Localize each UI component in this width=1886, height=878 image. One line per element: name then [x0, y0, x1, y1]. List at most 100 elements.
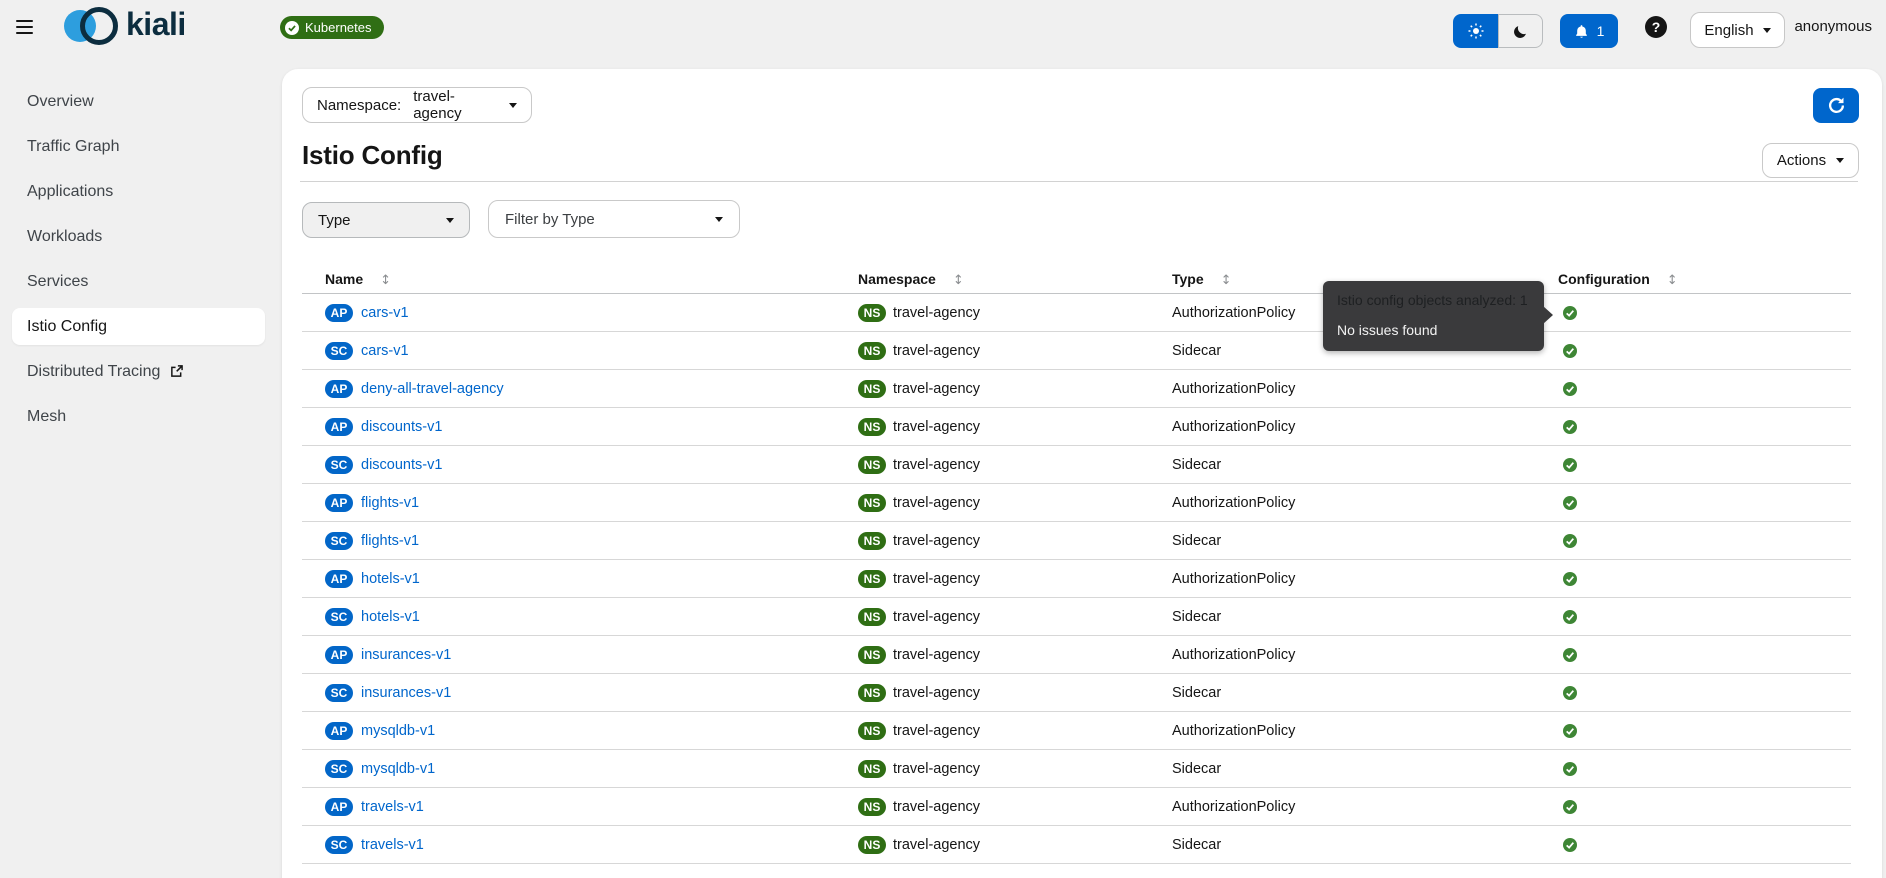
- notifications-button[interactable]: 1: [1560, 14, 1618, 48]
- namespace-name: travel-agency: [893, 608, 981, 625]
- success-check-icon[interactable]: [1563, 343, 1577, 358]
- config-name-link[interactable]: flights-v1: [361, 533, 419, 549]
- caret-down-icon: [1836, 158, 1845, 163]
- namespace-dropdown[interactable]: Namespace: travel-agency: [302, 87, 532, 123]
- namespace-name: travel-agency: [893, 456, 981, 473]
- sort-icon[interactable]: ↕: [380, 273, 391, 288]
- config-name-link[interactable]: insurances-v1: [361, 685, 451, 701]
- sort-icon[interactable]: ↕: [953, 273, 964, 288]
- content-card: Namespace: travel-agency Istio Config Ac…: [282, 69, 1882, 878]
- success-check-icon[interactable]: [1563, 305, 1577, 320]
- sidebar-item-services[interactable]: Services: [0, 259, 278, 304]
- config-name-link[interactable]: travels-v1: [361, 837, 424, 853]
- config-name-link[interactable]: discounts-v1: [361, 457, 442, 473]
- dark-theme-button[interactable]: [1498, 14, 1543, 48]
- config-name-link[interactable]: deny-all-travel-agency: [361, 381, 504, 397]
- namespace-name: travel-agency: [893, 836, 981, 853]
- success-check-icon[interactable]: [1563, 799, 1577, 814]
- table-row: AP mysqldb-v1 NS travel-agency Authoriza…: [302, 712, 1851, 750]
- page-title: Istio Config: [302, 140, 443, 170]
- config-name-link[interactable]: discounts-v1: [361, 419, 442, 435]
- namespace-badge: NS: [858, 683, 886, 702]
- table-row: AP cars-v1 NS travel-agency Authorizatio…: [302, 294, 1851, 332]
- type-filter-dropdown[interactable]: Type: [302, 202, 470, 238]
- namespace-badge: NS: [858, 797, 886, 816]
- language-dropdown[interactable]: English: [1690, 12, 1785, 48]
- filter-by-type-dropdown[interactable]: Filter by Type: [488, 200, 740, 238]
- success-check-icon[interactable]: [1563, 571, 1577, 586]
- sidebar-item-label: Applications: [27, 182, 114, 200]
- config-name-link[interactable]: hotels-v1: [361, 571, 420, 587]
- object-type-badge: SC: [325, 341, 353, 360]
- success-check-icon[interactable]: [1563, 647, 1577, 662]
- namespace-badge: NS: [858, 645, 886, 664]
- sort-icon[interactable]: ↕: [1667, 273, 1678, 288]
- light-theme-button[interactable]: [1453, 14, 1498, 48]
- sidebar-item-workloads[interactable]: Workloads: [0, 214, 278, 259]
- kiali-logo-text: kiali: [126, 6, 186, 42]
- table-row: SC discounts-v1 NS travel-agency Sidecar: [302, 446, 1851, 484]
- namespace-badge: NS: [858, 303, 886, 322]
- config-name-link[interactable]: mysqldb-v1: [361, 761, 435, 777]
- object-type-badge: AP: [325, 493, 353, 512]
- success-check-icon[interactable]: [1563, 761, 1577, 776]
- refresh-button[interactable]: [1813, 88, 1859, 123]
- question-icon: ?: [1651, 19, 1661, 35]
- namespace-label: Namespace:: [317, 96, 402, 114]
- external-link-icon: [170, 365, 184, 378]
- table-row: SC cars-v1 NS travel-agency Sidecar: [302, 332, 1851, 370]
- tooltip-body: No issues found: [1337, 322, 1438, 338]
- sidebar-item-istio-config[interactable]: Istio Config: [0, 304, 278, 349]
- namespace-name: travel-agency: [893, 684, 981, 701]
- config-name-link[interactable]: cars-v1: [361, 343, 409, 359]
- config-type: Sidecar: [1172, 456, 1222, 473]
- sidebar-item-mesh[interactable]: Mesh: [0, 394, 278, 439]
- table-row: AP deny-all-travel-agency NS travel-agen…: [302, 370, 1851, 408]
- sort-icon[interactable]: ↕: [1221, 273, 1232, 288]
- config-name-link[interactable]: cars-v1: [361, 305, 409, 321]
- success-check-icon[interactable]: [1563, 685, 1577, 700]
- table-row: SC mysqldb-v1 NS travel-agency Sidecar: [302, 750, 1851, 788]
- table-header-row: Name ↕ Namespace ↕ Type ↕ Configuration ↕: [302, 266, 1851, 294]
- object-type-badge: SC: [325, 683, 353, 702]
- object-type-badge: AP: [325, 645, 353, 664]
- sidebar-item-applications[interactable]: Applications: [0, 169, 278, 214]
- success-check-icon[interactable]: [1563, 723, 1577, 738]
- sidebar-item-traffic-graph[interactable]: Traffic Graph: [0, 124, 278, 169]
- object-type-badge: AP: [325, 721, 353, 740]
- menu-toggle-icon[interactable]: [16, 18, 40, 36]
- actions-dropdown[interactable]: Actions: [1762, 143, 1859, 178]
- object-type-badge: SC: [325, 455, 353, 474]
- help-button[interactable]: ?: [1645, 16, 1667, 38]
- success-check-icon[interactable]: [1563, 381, 1577, 396]
- namespace-badge: NS: [858, 455, 886, 474]
- config-name-link[interactable]: hotels-v1: [361, 609, 420, 625]
- config-name-link[interactable]: travels-v1: [361, 799, 424, 815]
- tooltip-arrow: [1543, 306, 1553, 324]
- success-check-icon[interactable]: [1563, 495, 1577, 510]
- kiali-logo-ring: [80, 7, 118, 45]
- sidebar-item-distributed-tracing[interactable]: Distributed Tracing: [0, 349, 278, 394]
- config-name-link[interactable]: insurances-v1: [361, 647, 451, 663]
- namespace-badge: NS: [858, 341, 886, 360]
- table-row: SC travels-v1 NS travel-agency Sidecar: [302, 826, 1851, 864]
- sidebar-nav: Overview Traffic Graph Applications Work…: [0, 53, 278, 878]
- table-row: SC hotels-v1 NS travel-agency Sidecar: [302, 598, 1851, 636]
- success-check-icon[interactable]: [1563, 533, 1577, 548]
- table-row: AP insurances-v1 NS travel-agency Author…: [302, 636, 1851, 674]
- success-check-icon[interactable]: [1563, 419, 1577, 434]
- sun-icon: [1468, 23, 1484, 39]
- namespace-badge: NS: [858, 721, 886, 740]
- success-check-icon[interactable]: [1563, 837, 1577, 852]
- config-name-link[interactable]: mysqldb-v1: [361, 723, 435, 739]
- type-filter-label: Type: [318, 211, 351, 229]
- success-check-icon[interactable]: [1563, 609, 1577, 624]
- user-menu[interactable]: anonymous: [1794, 0, 1872, 53]
- sidebar-item-overview[interactable]: Overview: [0, 79, 278, 124]
- config-name-link[interactable]: flights-v1: [361, 495, 419, 511]
- filter-by-type-placeholder: Filter by Type: [505, 210, 595, 228]
- config-analysis-tooltip: Istio config objects analyzed: 1 No issu…: [1323, 281, 1553, 351]
- config-type: Sidecar: [1172, 836, 1222, 853]
- success-check-icon[interactable]: [1563, 457, 1577, 472]
- namespace-name: travel-agency: [893, 532, 981, 549]
